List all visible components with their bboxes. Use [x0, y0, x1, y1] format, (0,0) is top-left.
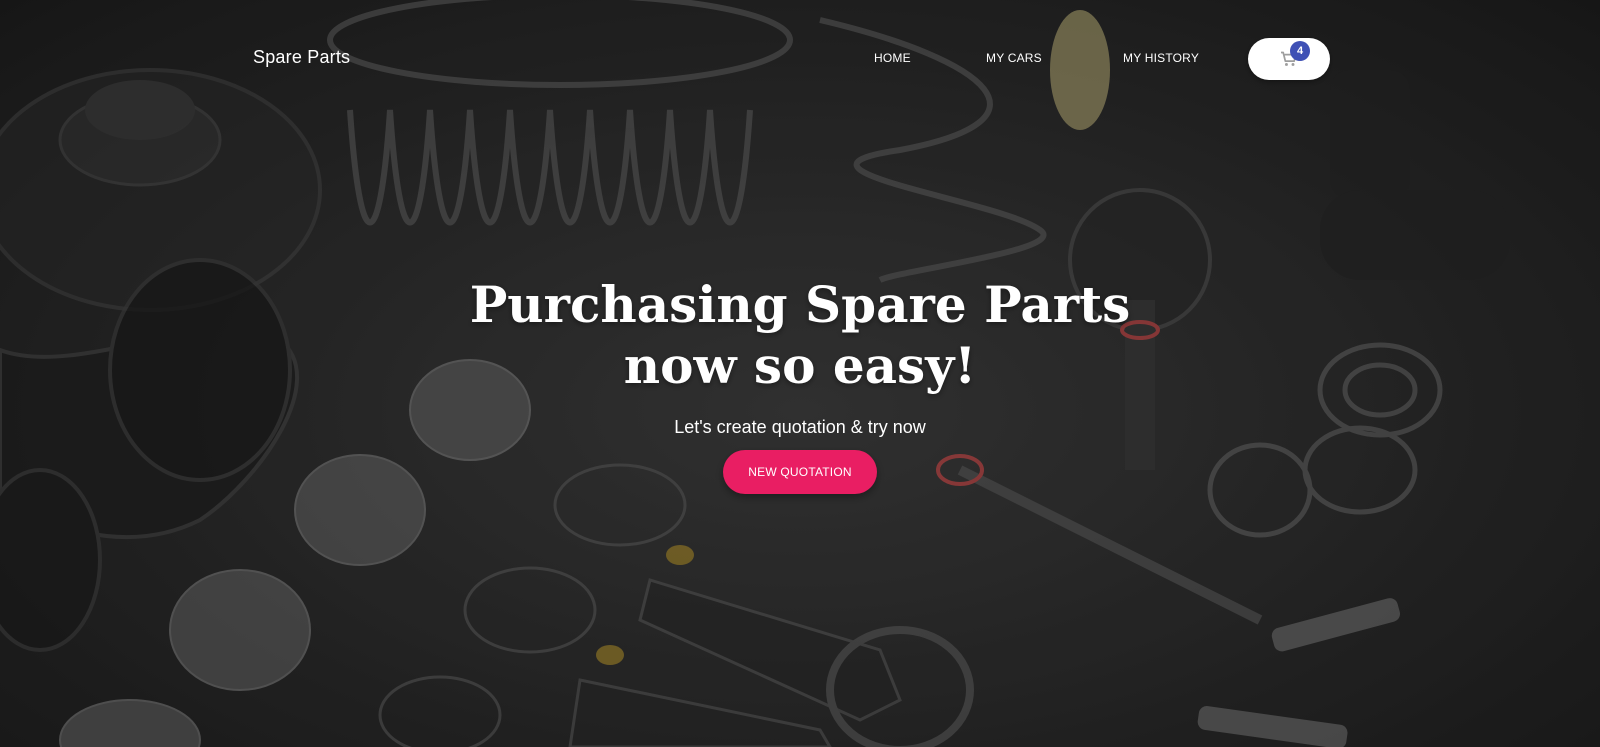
hero-title-line-2: now so easy!	[623, 336, 977, 395]
hero-title: Purchasing Spare Parts now so easy!	[400, 274, 1200, 396]
hero-content: Purchasing Spare Parts now so easy! Let'…	[400, 274, 1200, 494]
nav-link-home[interactable]: HOME	[874, 51, 911, 65]
nav-link-my-cars[interactable]: MY CARS	[986, 51, 1042, 65]
top-navbar: Spare Parts HOME MY CARS MY HISTORY 4	[0, 0, 1600, 120]
nav-link-my-history[interactable]: MY HISTORY	[1123, 51, 1199, 65]
new-quotation-button[interactable]: NEW QUOTATION	[723, 450, 877, 494]
hero-title-line-1: Purchasing Spare Parts	[469, 275, 1131, 334]
cart-button[interactable]: 4	[1248, 38, 1330, 80]
brand-logo-link[interactable]: Spare Parts	[253, 47, 350, 68]
cart-count-badge: 4	[1290, 41, 1310, 61]
hero-section: Spare Parts HOME MY CARS MY HISTORY 4 Pu…	[0, 0, 1600, 747]
hero-subtitle: Let's create quotation & try now	[674, 417, 926, 437]
